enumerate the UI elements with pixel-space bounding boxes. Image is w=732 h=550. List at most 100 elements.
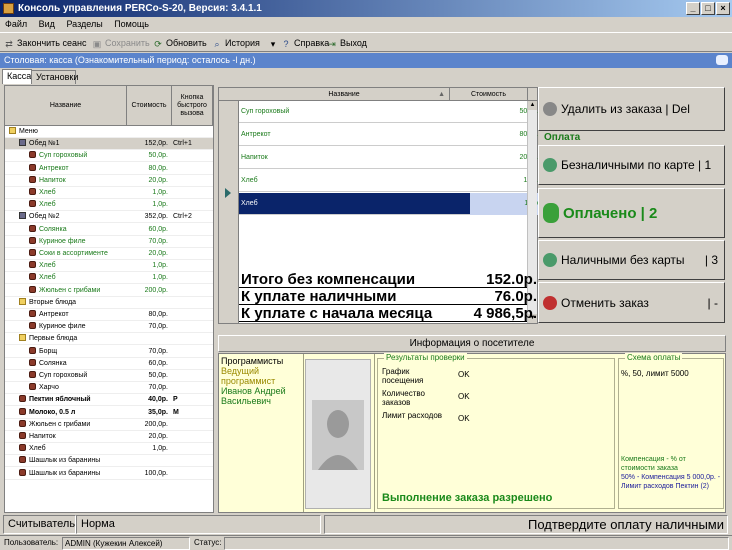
menu-tree-row[interactable]: Антрекот 80,0р.	[5, 163, 213, 175]
cash-paid-icon	[543, 203, 559, 223]
order-row[interactable]: Суп гороховый50,0р.	[239, 101, 539, 123]
cancel-order-button[interactable]: Отменить заказ | -	[538, 282, 725, 323]
menu-tree-row[interactable]: Меню	[5, 126, 213, 138]
menu-item-price: 70,0р.	[148, 323, 168, 331]
menu-tree-row[interactable]: Жюльен с грибами 200,0р.	[5, 285, 213, 297]
menu-tree-row[interactable]: Напиток 20,0р.	[5, 431, 213, 443]
menu-tree-row[interactable]: Пектин яблочный 40,0р. P	[5, 394, 213, 407]
order-item-name: Хлеб	[241, 200, 258, 207]
column-header-price[interactable]: Стоимость	[127, 86, 172, 126]
pay-cashless-button[interactable]: Безналичными по карте | 1	[538, 145, 725, 185]
user-value: ADMIN (Кужекин Алексей)	[62, 537, 190, 550]
order-total-label: Итого без компенсации	[241, 271, 416, 288]
menu-tree-row[interactable]: Обед №2 352,0р. Ctrl+2	[5, 211, 213, 224]
save-button[interactable]: ▣ Сохранить	[92, 36, 150, 50]
menu-tree-row[interactable]: Харчо 70,0р.	[5, 382, 213, 395]
paid-button[interactable]: Оплачено | 2	[538, 188, 725, 238]
menu-item-label: Хлеб	[39, 189, 56, 196]
menu-item-price: 1,0р.	[152, 274, 168, 282]
menu-item-name: Антрекот	[29, 163, 69, 175]
menu-item-name: Молоко, 0.5 л	[19, 407, 75, 419]
menu-view[interactable]: Вид	[39, 19, 55, 29]
cash-no-card-button[interactable]: Наличными без карты | 3	[538, 240, 725, 280]
menu-tree-row[interactable]: Суп гороховый 50,0р.	[5, 150, 213, 163]
menu-item-name: Харчо	[29, 382, 59, 394]
tab-settings[interactable]: Установки	[31, 70, 78, 84]
check-value: OK	[458, 414, 470, 423]
help-button[interactable]: ▾? Справка	[268, 36, 330, 50]
menu-tree-row[interactable]: Хлеб 1,0р.	[5, 272, 213, 285]
order-row[interactable]: Хлеб1,0р.	[239, 170, 539, 192]
dish-icon	[19, 432, 26, 439]
divider	[374, 354, 375, 512]
dish-icon	[29, 224, 36, 232]
menu-tree-row[interactable]: Хлеб 1,0р.	[5, 260, 213, 273]
menu-tree-row[interactable]: Суп гороховый 50,0р.	[5, 370, 213, 382]
menu-tree-row[interactable]: Шашлык из баранины	[5, 455, 213, 468]
tab-cashier[interactable]: Касса	[2, 69, 32, 84]
close-button[interactable]: ×	[716, 2, 730, 15]
menu-tree-row[interactable]: Хлеб 1,0р.	[5, 199, 213, 212]
menu-tree-row[interactable]: Напиток 20,0р.	[5, 175, 213, 187]
menu-item-price: 35,0р.	[148, 408, 168, 416]
dish-icon	[29, 249, 36, 256]
window-title-bar[interactable]: Консоль управления PERCo-S-20, Версия: 3…	[0, 0, 732, 17]
dish-icon	[19, 468, 26, 476]
check-value: OK	[458, 370, 470, 379]
end-session-button[interactable]: ⇄ Закончить сеанс	[4, 36, 86, 50]
visitor-details: Программисты Ведущий программист Иванов …	[221, 356, 301, 406]
status-bar: Пользователь: ADMIN (Кужекин Алексей) Ст…	[0, 535, 732, 550]
exit-button[interactable]: ⇥ Выход	[327, 36, 367, 50]
menu-tree-row[interactable]: Солянка 60,0р.	[5, 358, 213, 370]
menu-file[interactable]: Файл	[5, 19, 27, 29]
menu-tree-row[interactable]: Хлеб 1,0р.	[5, 187, 213, 199]
menu-item-name: Первые блюда	[19, 333, 77, 345]
menu-tree-row[interactable]: Молоко, 0.5 л 35,0р. M	[5, 407, 213, 419]
menu-tree-row[interactable]: Куриное филе 70,0р.	[5, 321, 213, 334]
refresh-button[interactable]: ⟳ Обновить	[153, 36, 207, 50]
menu-item-label: Шашлык из баранины	[29, 469, 101, 477]
menu-item-label: Напиток	[39, 176, 66, 184]
chat-icon[interactable]	[716, 55, 728, 65]
folder-icon	[19, 297, 26, 305]
menu-tree-row[interactable]: Первые блюда	[5, 333, 213, 346]
menu-tree-row[interactable]: Жюльен с грибами 200,0р.	[5, 419, 213, 431]
dish-icon	[29, 310, 36, 317]
sort-arrow-icon: ▲	[438, 90, 445, 98]
menu-tree-row[interactable]: Хлеб 1,0р.	[5, 443, 213, 456]
dish-icon	[29, 371, 36, 378]
menu-item-price: 1,0р.	[152, 201, 168, 209]
payment-scheme-detail: 50% - Компенсация 5 000,0р. - Лимит расх…	[621, 474, 721, 490]
menu-tree-row[interactable]: Борщ 70,0р.	[5, 346, 213, 358]
menu-item-hotkey: M	[173, 408, 179, 416]
menu-tree-row[interactable]: Вторые блюда	[5, 297, 213, 309]
order-allowed-text: Выполнение заказа разрешено	[382, 492, 553, 504]
person-silhouette-icon	[312, 400, 364, 470]
dish-icon	[29, 273, 36, 281]
delete-from-order-button[interactable]: Удалить из заказа | Del	[538, 87, 725, 131]
minimize-button[interactable]: _	[686, 2, 700, 15]
status-label: Статус:	[194, 538, 222, 547]
menu-tree-row[interactable]: Обед №1 152,0р. Ctrl+1	[5, 138, 213, 151]
scroll-up-icon[interactable]: ▲	[528, 101, 537, 110]
history-button[interactable]: ⌕ История	[212, 36, 259, 50]
menu-tree-row[interactable]: Соки в ассортименте 20,0р.	[5, 248, 213, 260]
menu-tree-row[interactable]: Солянка 60,0р.	[5, 224, 213, 236]
menu-sections[interactable]: Разделы	[66, 19, 102, 29]
maximize-button[interactable]: □	[701, 2, 715, 15]
column-header-hotkey[interactable]: Кнопка быстрого вызова	[172, 86, 213, 126]
app-icon	[3, 3, 14, 14]
order-column-name[interactable]: Название ▲	[239, 88, 450, 101]
menu-tree-row[interactable]: Куриное филе 70,0р.	[5, 236, 213, 248]
menu-tree-row[interactable]: Шашлык из баранины 100,0р.	[5, 468, 213, 480]
order-row[interactable]: Хлеб1,0р.	[239, 193, 543, 215]
menu-help[interactable]: Помощь	[114, 19, 149, 29]
column-header-name[interactable]: Название	[5, 86, 127, 126]
menu-item-name: Хлеб	[29, 272, 56, 284]
menu-item-price: 200,0р.	[144, 286, 168, 294]
order-row[interactable]: Напиток20,0р.	[239, 147, 539, 169]
order-row[interactable]: Антрекот80,0р.	[239, 124, 539, 146]
menu-item-name: Обед №1	[19, 138, 60, 150]
order-column-price[interactable]: Стоимость	[450, 88, 528, 101]
menu-tree-row[interactable]: Антрекот 80,0р.	[5, 309, 213, 321]
